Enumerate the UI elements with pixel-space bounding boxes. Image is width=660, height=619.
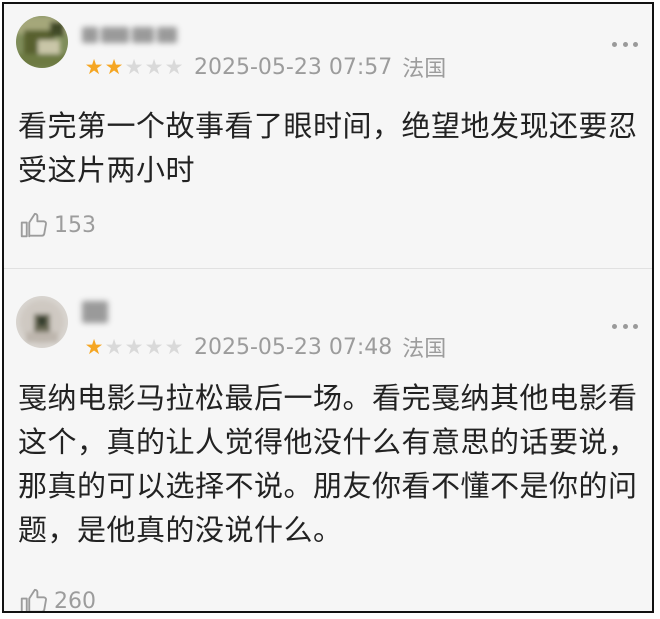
comment-text: 戛纳电影马拉松最后一场。看完戛纳其他电影看这个，真的让人觉得他没什么有意思的话要… [18, 381, 638, 547]
more-dots-icon[interactable] [612, 40, 638, 48]
comment-item: ★ ★ ★ ★ ★ 2025-05-23 07:48 法国 戛纳电影马拉松最后一场。看完… [4, 278, 652, 613]
more-dots-icon[interactable] [612, 322, 638, 330]
star-icon: ★ [144, 54, 164, 79]
star-icon: ★ [164, 334, 184, 359]
comment-text: 看完第一个故事看了眼时间，绝望地发现还要忍受这片两小时 [18, 109, 638, 187]
star-icon: ★ [124, 334, 144, 359]
star-icon: ★ [124, 54, 144, 79]
timestamp: 2025-05-23 07:48 [194, 334, 393, 360]
star-icon: ★ [84, 54, 104, 79]
username-blurred[interactable] [82, 301, 112, 323]
location: 法国 [402, 57, 447, 82]
username-blurred[interactable] [82, 24, 182, 46]
comment-meta: ★ ★ ★ ★ ★ 2025-05-23 07:57 法国 [84, 51, 447, 83]
timestamp: 2025-05-23 07:57 [194, 54, 393, 80]
avatar[interactable] [16, 16, 68, 68]
avatar-image [16, 296, 68, 348]
divider [4, 268, 652, 269]
avatar-image [16, 16, 68, 68]
comment-meta: ★ ★ ★ ★ ★ 2025-05-23 07:48 法国 [84, 331, 447, 363]
thumbs-up-icon [20, 212, 47, 238]
star-icon: ★ [104, 334, 124, 359]
star-icon: ★ [144, 334, 164, 359]
like-count: 153 [54, 212, 96, 238]
star-icon: ★ [104, 54, 124, 79]
like-button[interactable]: 153 [18, 210, 96, 240]
rating-stars: ★ ★ ★ ★ ★ [84, 334, 184, 359]
location: 法国 [402, 337, 447, 362]
comments-panel: ★ ★ ★ ★ ★ 2025-05-23 07:57 法国 看完第一个故事看了眼时间，绝… [2, 2, 654, 613]
rating-stars: ★ ★ ★ ★ ★ [84, 54, 184, 79]
star-icon: ★ [164, 54, 184, 79]
thumbs-up-icon [20, 588, 47, 611]
like-button[interactable]: 260 [18, 586, 96, 613]
comment-item: ★ ★ ★ ★ ★ 2025-05-23 07:57 法国 看完第一个故事看了眼时间，绝… [4, 4, 652, 266]
avatar[interactable] [16, 296, 68, 348]
like-count: 260 [54, 588, 96, 613]
star-icon: ★ [84, 334, 104, 359]
